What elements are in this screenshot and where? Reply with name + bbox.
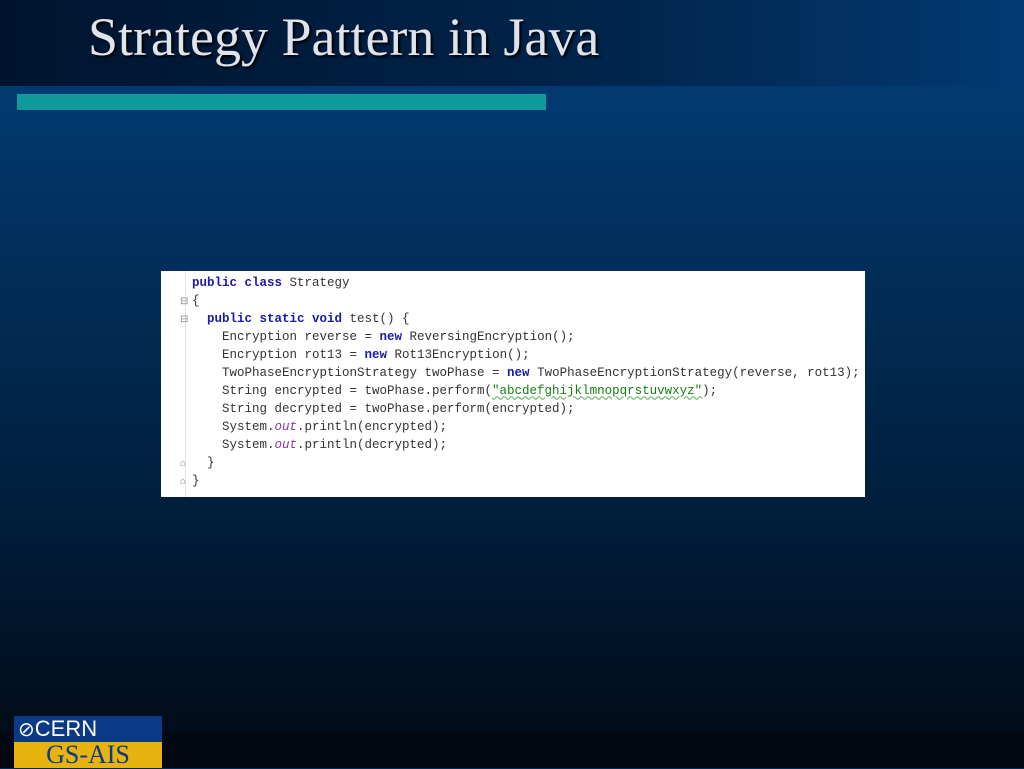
fold-marker-icon[interactable]: ⊟ [180, 315, 189, 325]
code-line: System.out.println(encrypted); [222, 418, 447, 436]
cern-symbol-icon: ⊘ [18, 719, 35, 741]
code-token: System. [222, 420, 275, 434]
code-token: new [379, 330, 403, 344]
code-token: { [192, 294, 200, 308]
code-token: ReversingEncryption(); [402, 330, 575, 344]
code-token: String decrypted = twoPhase.perform(encr… [222, 402, 575, 416]
code-line: String encrypted = twoPhase.perform("abc… [222, 382, 717, 400]
code-token: new [507, 366, 530, 380]
cern-logo: ⊘CERN [14, 716, 162, 742]
code-token: "abcdefghijklmnopqrstuvwxyz" [492, 384, 703, 398]
title-underline-bar [17, 94, 546, 110]
code-token: } [207, 456, 215, 470]
code-line: TwoPhaseEncryptionStrategy twoPhase = ne… [222, 364, 860, 382]
code-line: Encryption reverse = new ReversingEncryp… [222, 328, 575, 346]
code-token: new [364, 348, 388, 362]
code-token: Strategy [289, 276, 350, 290]
code-line: public class Strategy [192, 274, 350, 292]
gs-ais-logo: GS-AIS [14, 742, 162, 768]
code-token: TwoPhaseEncryptionStrategy(reverse, rot1… [529, 366, 860, 380]
code-line: } [207, 454, 215, 472]
code-token: .println(encrypted); [297, 420, 448, 434]
code-line: } [192, 472, 200, 490]
code-token: System. [222, 438, 275, 452]
code-line: Encryption rot13 = new Rot13Encryption()… [222, 346, 530, 364]
code-token: test() { [349, 312, 410, 326]
code-token: Encryption rot13 = [222, 348, 365, 362]
cern-logo-text: CERN [34, 716, 98, 741]
code-token: out [274, 420, 298, 434]
code-token: public static void [207, 312, 343, 326]
code-token: } [192, 474, 200, 488]
code-line: public static void test() { [207, 310, 410, 328]
code-token: .println(decrypted); [297, 438, 448, 452]
fold-marker-icon[interactable]: ⊟ [180, 297, 189, 307]
code-token: Encryption reverse = [222, 330, 380, 344]
code-line: String decrypted = twoPhase.perform(encr… [222, 400, 575, 418]
code-token: public class [192, 276, 283, 290]
code-token: String encrypted = twoPhase.perform( [222, 384, 493, 398]
code-token: out [274, 438, 298, 452]
code-screenshot: public class Strategy {⊟ public static voi… [161, 271, 865, 497]
code-token: TwoPhaseEncryptionStrategy twoPhase = [222, 366, 508, 380]
fold-marker-icon[interactable]: ⌂ [180, 477, 189, 487]
code-token: Rot13Encryption(); [387, 348, 530, 362]
code-line: { [192, 292, 200, 310]
fold-marker-icon[interactable]: ⌂ [180, 459, 189, 469]
code-token: ); [702, 384, 718, 398]
code-line: System.out.println(decrypted); [222, 436, 447, 454]
slide-title: Strategy Pattern in Java [88, 7, 600, 67]
